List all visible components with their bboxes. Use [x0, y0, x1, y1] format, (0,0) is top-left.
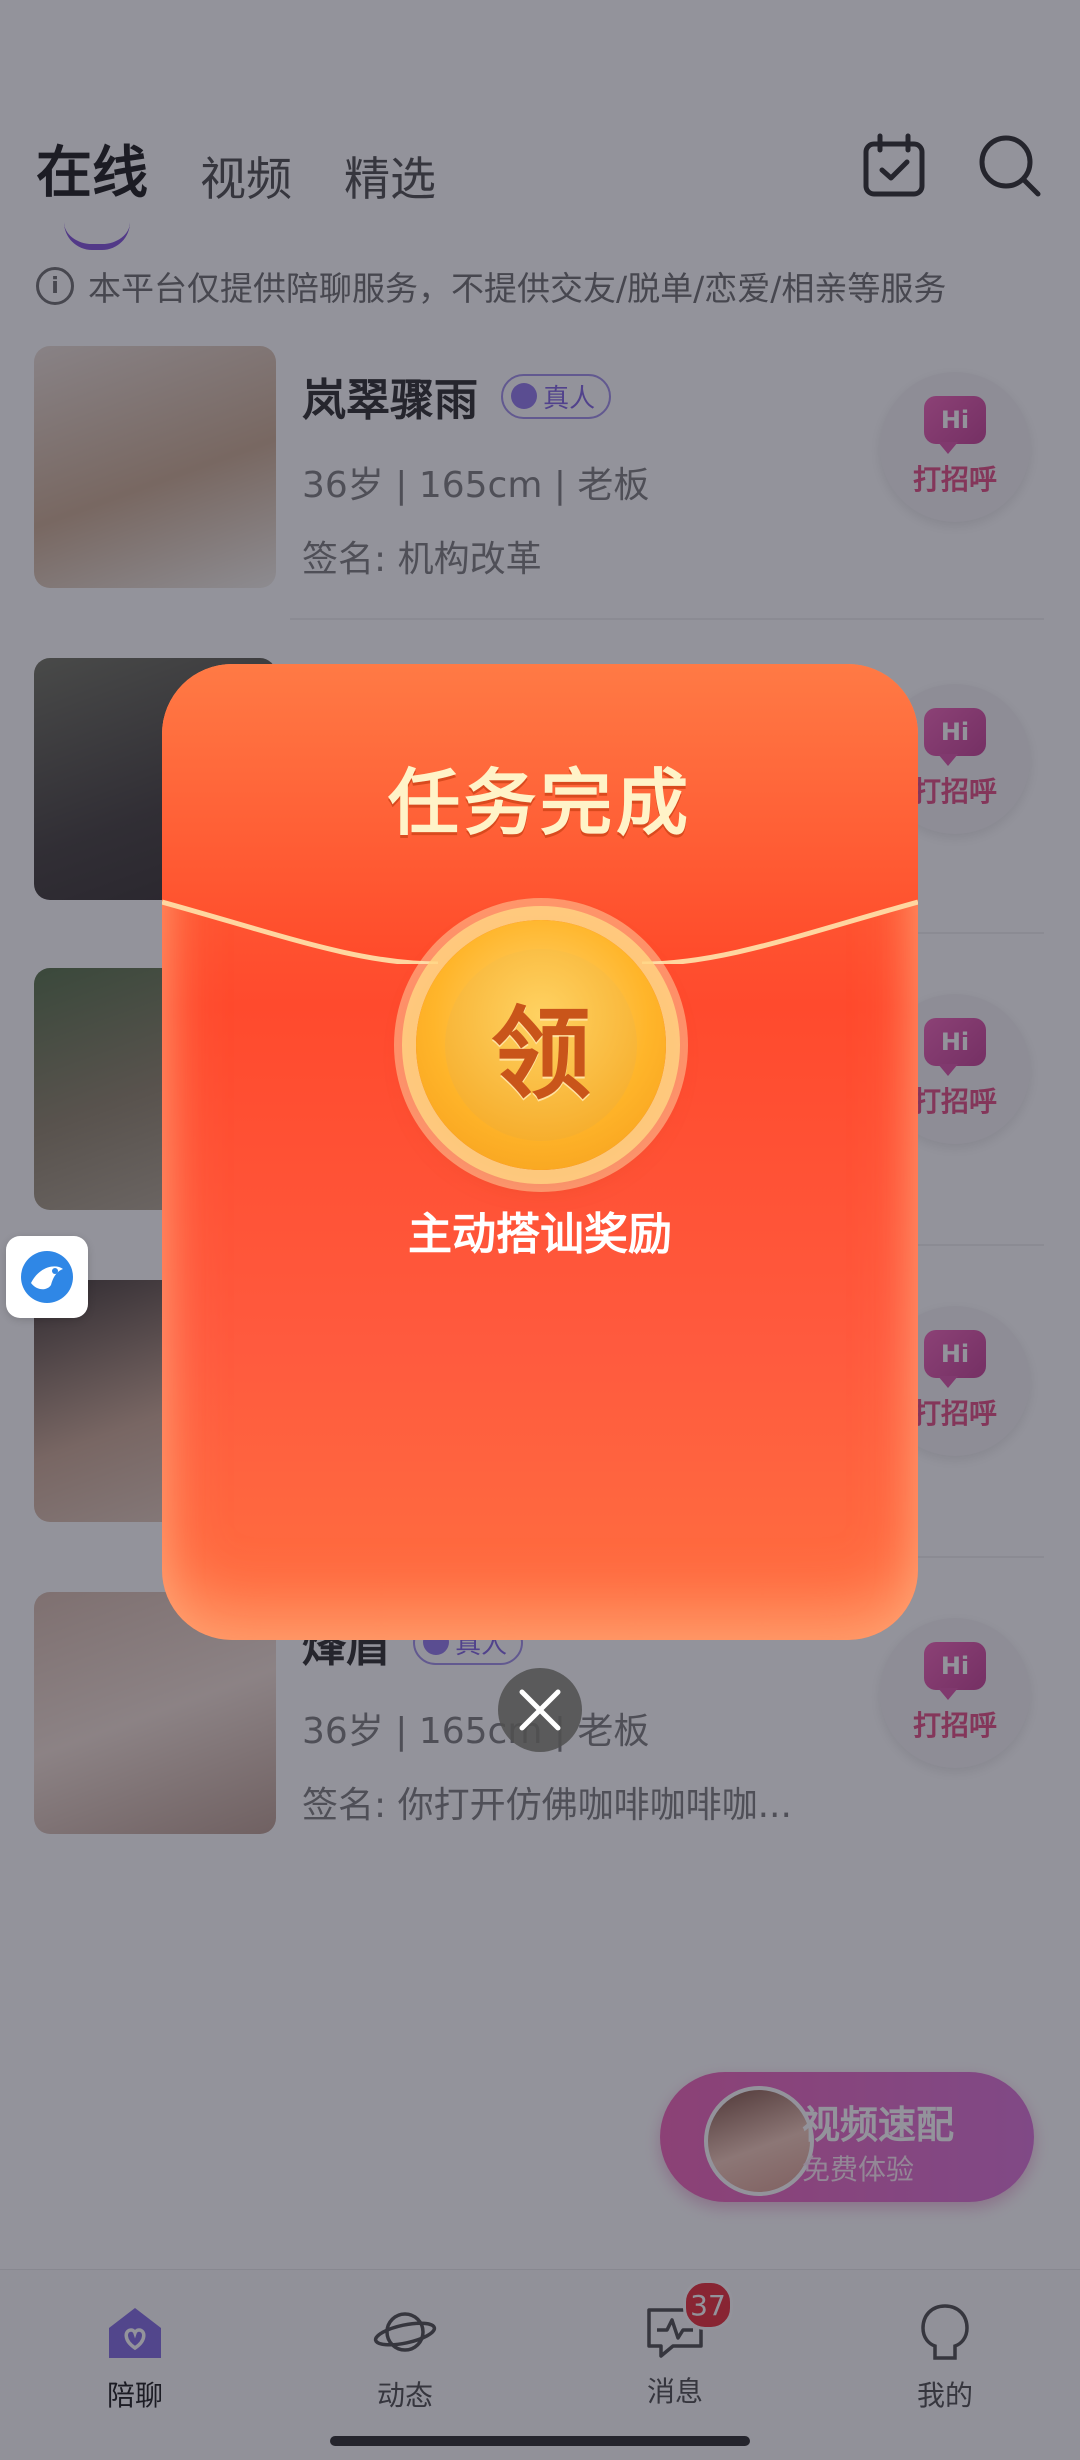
red-packet-modal: 任务完成 领 主动搭讪奖励 [162, 664, 918, 1640]
bird-logo-icon [21, 1251, 73, 1303]
modal-title: 任务完成 [387, 761, 692, 845]
claim-coin-button[interactable]: 领 [416, 920, 666, 1170]
reward-subtitle: 主动搭讪奖励 [408, 1209, 672, 1260]
close-icon [519, 1689, 561, 1731]
coin-face: 领 [445, 949, 637, 1141]
close-modal-button[interactable] [498, 1668, 582, 1752]
floating-app-icon[interactable] [6, 1236, 88, 1318]
coin-label: 领 [491, 995, 591, 1113]
